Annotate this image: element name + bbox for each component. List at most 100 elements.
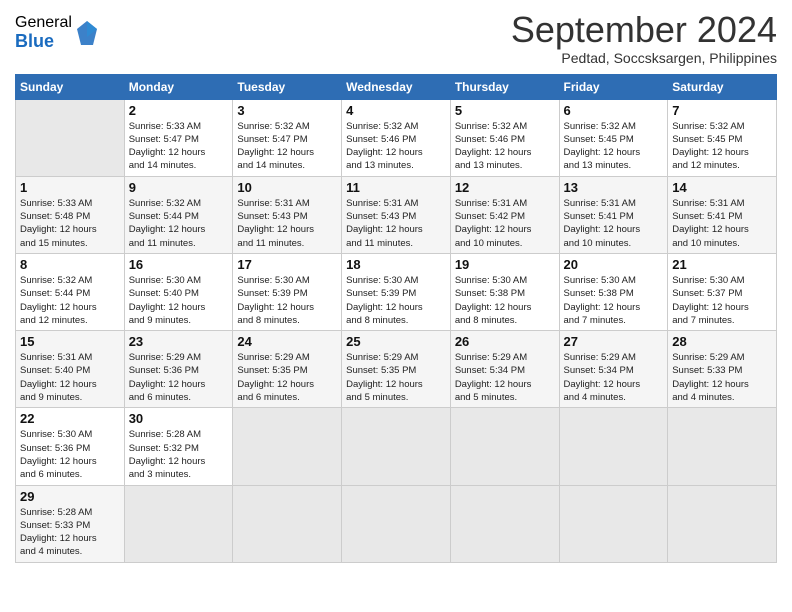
calendar-cell: 12 Sunrise: 5:31 AM Sunset: 5:42 PM Dayl… [450, 176, 559, 253]
calendar-cell: 26 Sunrise: 5:29 AM Sunset: 5:34 PM Dayl… [450, 331, 559, 408]
calendar-cell [450, 485, 559, 562]
day-number: 1 [20, 180, 120, 195]
calendar-cell [342, 485, 451, 562]
calendar-week-row: 2 Sunrise: 5:33 AM Sunset: 5:47 PM Dayli… [16, 99, 777, 176]
day-info: Sunrise: 5:29 AM Sunset: 5:36 PM Dayligh… [129, 351, 229, 404]
calendar-cell [668, 485, 777, 562]
day-number: 24 [237, 334, 337, 349]
calendar-cell [559, 485, 668, 562]
day-info: Sunrise: 5:30 AM Sunset: 5:38 PM Dayligh… [564, 274, 664, 327]
logo-general: General [15, 14, 72, 32]
calendar-cell: 5 Sunrise: 5:32 AM Sunset: 5:46 PM Dayli… [450, 99, 559, 176]
calendar-week-row: 8 Sunrise: 5:32 AM Sunset: 5:44 PM Dayli… [16, 253, 777, 330]
logo: General Blue [15, 14, 99, 51]
calendar-cell: 2 Sunrise: 5:33 AM Sunset: 5:47 PM Dayli… [124, 99, 233, 176]
day-info: Sunrise: 5:33 AM Sunset: 5:47 PM Dayligh… [129, 120, 229, 173]
day-info: Sunrise: 5:31 AM Sunset: 5:40 PM Dayligh… [20, 351, 120, 404]
calendar-cell: 13 Sunrise: 5:31 AM Sunset: 5:41 PM Dayl… [559, 176, 668, 253]
calendar-week-row: 15 Sunrise: 5:31 AM Sunset: 5:40 PM Dayl… [16, 331, 777, 408]
day-info: Sunrise: 5:33 AM Sunset: 5:48 PM Dayligh… [20, 197, 120, 250]
month-title: September 2024 [511, 10, 777, 50]
calendar-cell: 29 Sunrise: 5:28 AM Sunset: 5:33 PM Dayl… [16, 485, 125, 562]
calendar-cell: 6 Sunrise: 5:32 AM Sunset: 5:45 PM Dayli… [559, 99, 668, 176]
day-info: Sunrise: 5:31 AM Sunset: 5:43 PM Dayligh… [346, 197, 446, 250]
calendar-week-row: 22 Sunrise: 5:30 AM Sunset: 5:36 PM Dayl… [16, 408, 777, 485]
day-info: Sunrise: 5:30 AM Sunset: 5:37 PM Dayligh… [672, 274, 772, 327]
day-info: Sunrise: 5:32 AM Sunset: 5:44 PM Dayligh… [20, 274, 120, 327]
calendar-cell: 22 Sunrise: 5:30 AM Sunset: 5:36 PM Dayl… [16, 408, 125, 485]
day-number: 20 [564, 257, 664, 272]
calendar-cell [342, 408, 451, 485]
calendar-cell: 20 Sunrise: 5:30 AM Sunset: 5:38 PM Dayl… [559, 253, 668, 330]
day-number: 23 [129, 334, 229, 349]
day-info: Sunrise: 5:31 AM Sunset: 5:43 PM Dayligh… [237, 197, 337, 250]
day-info: Sunrise: 5:28 AM Sunset: 5:33 PM Dayligh… [20, 506, 120, 559]
calendar-table: SundayMondayTuesdayWednesdayThursdayFrid… [15, 74, 777, 563]
day-info: Sunrise: 5:29 AM Sunset: 5:33 PM Dayligh… [672, 351, 772, 404]
day-number: 14 [672, 180, 772, 195]
day-number: 13 [564, 180, 664, 195]
calendar-cell: 11 Sunrise: 5:31 AM Sunset: 5:43 PM Dayl… [342, 176, 451, 253]
day-info: Sunrise: 5:30 AM Sunset: 5:40 PM Dayligh… [129, 274, 229, 327]
day-info: Sunrise: 5:32 AM Sunset: 5:44 PM Dayligh… [129, 197, 229, 250]
day-number: 26 [455, 334, 555, 349]
day-info: Sunrise: 5:32 AM Sunset: 5:45 PM Dayligh… [564, 120, 664, 173]
day-number: 25 [346, 334, 446, 349]
title-section: September 2024 Pedtad, Soccsksargen, Phi… [511, 10, 777, 66]
day-number: 10 [237, 180, 337, 195]
day-number: 12 [455, 180, 555, 195]
calendar-cell: 28 Sunrise: 5:29 AM Sunset: 5:33 PM Dayl… [668, 331, 777, 408]
day-number: 2 [129, 103, 229, 118]
day-number: 29 [20, 489, 120, 504]
calendar-cell: 14 Sunrise: 5:31 AM Sunset: 5:41 PM Dayl… [668, 176, 777, 253]
day-number: 15 [20, 334, 120, 349]
day-info: Sunrise: 5:32 AM Sunset: 5:46 PM Dayligh… [455, 120, 555, 173]
calendar-week-row: 1 Sunrise: 5:33 AM Sunset: 5:48 PM Dayli… [16, 176, 777, 253]
calendar-cell: 19 Sunrise: 5:30 AM Sunset: 5:38 PM Dayl… [450, 253, 559, 330]
calendar-cell: 10 Sunrise: 5:31 AM Sunset: 5:43 PM Dayl… [233, 176, 342, 253]
col-header-saturday: Saturday [668, 74, 777, 99]
calendar-cell [559, 408, 668, 485]
calendar-cell [233, 485, 342, 562]
calendar-cell: 21 Sunrise: 5:30 AM Sunset: 5:37 PM Dayl… [668, 253, 777, 330]
day-info: Sunrise: 5:30 AM Sunset: 5:36 PM Dayligh… [20, 428, 120, 481]
day-number: 4 [346, 103, 446, 118]
logo-icon [75, 19, 99, 47]
calendar-cell: 27 Sunrise: 5:29 AM Sunset: 5:34 PM Dayl… [559, 331, 668, 408]
day-number: 18 [346, 257, 446, 272]
day-info: Sunrise: 5:29 AM Sunset: 5:34 PM Dayligh… [455, 351, 555, 404]
day-info: Sunrise: 5:32 AM Sunset: 5:46 PM Dayligh… [346, 120, 446, 173]
col-header-monday: Monday [124, 74, 233, 99]
calendar-cell [668, 408, 777, 485]
day-info: Sunrise: 5:29 AM Sunset: 5:35 PM Dayligh… [346, 351, 446, 404]
col-header-wednesday: Wednesday [342, 74, 451, 99]
day-info: Sunrise: 5:29 AM Sunset: 5:35 PM Dayligh… [237, 351, 337, 404]
calendar-cell: 1 Sunrise: 5:33 AM Sunset: 5:48 PM Dayli… [16, 176, 125, 253]
logo-text: General Blue [15, 14, 72, 51]
day-number: 8 [20, 257, 120, 272]
day-number: 22 [20, 411, 120, 426]
day-info: Sunrise: 5:30 AM Sunset: 5:39 PM Dayligh… [237, 274, 337, 327]
calendar-cell [450, 408, 559, 485]
day-number: 9 [129, 180, 229, 195]
calendar-cell: 7 Sunrise: 5:32 AM Sunset: 5:45 PM Dayli… [668, 99, 777, 176]
day-number: 27 [564, 334, 664, 349]
day-info: Sunrise: 5:32 AM Sunset: 5:45 PM Dayligh… [672, 120, 772, 173]
day-number: 11 [346, 180, 446, 195]
col-header-friday: Friday [559, 74, 668, 99]
location-subtitle: Pedtad, Soccsksargen, Philippines [511, 50, 777, 66]
day-number: 3 [237, 103, 337, 118]
calendar-cell: 15 Sunrise: 5:31 AM Sunset: 5:40 PM Dayl… [16, 331, 125, 408]
day-info: Sunrise: 5:29 AM Sunset: 5:34 PM Dayligh… [564, 351, 664, 404]
day-info: Sunrise: 5:30 AM Sunset: 5:39 PM Dayligh… [346, 274, 446, 327]
calendar-cell: 17 Sunrise: 5:30 AM Sunset: 5:39 PM Dayl… [233, 253, 342, 330]
page-header: General Blue September 2024 Pedtad, Socc… [15, 10, 777, 66]
calendar-cell [16, 99, 125, 176]
calendar-cell: 30 Sunrise: 5:28 AM Sunset: 5:32 PM Dayl… [124, 408, 233, 485]
col-header-tuesday: Tuesday [233, 74, 342, 99]
day-info: Sunrise: 5:31 AM Sunset: 5:41 PM Dayligh… [564, 197, 664, 250]
calendar-cell [233, 408, 342, 485]
day-number: 28 [672, 334, 772, 349]
calendar-cell: 23 Sunrise: 5:29 AM Sunset: 5:36 PM Dayl… [124, 331, 233, 408]
day-number: 21 [672, 257, 772, 272]
